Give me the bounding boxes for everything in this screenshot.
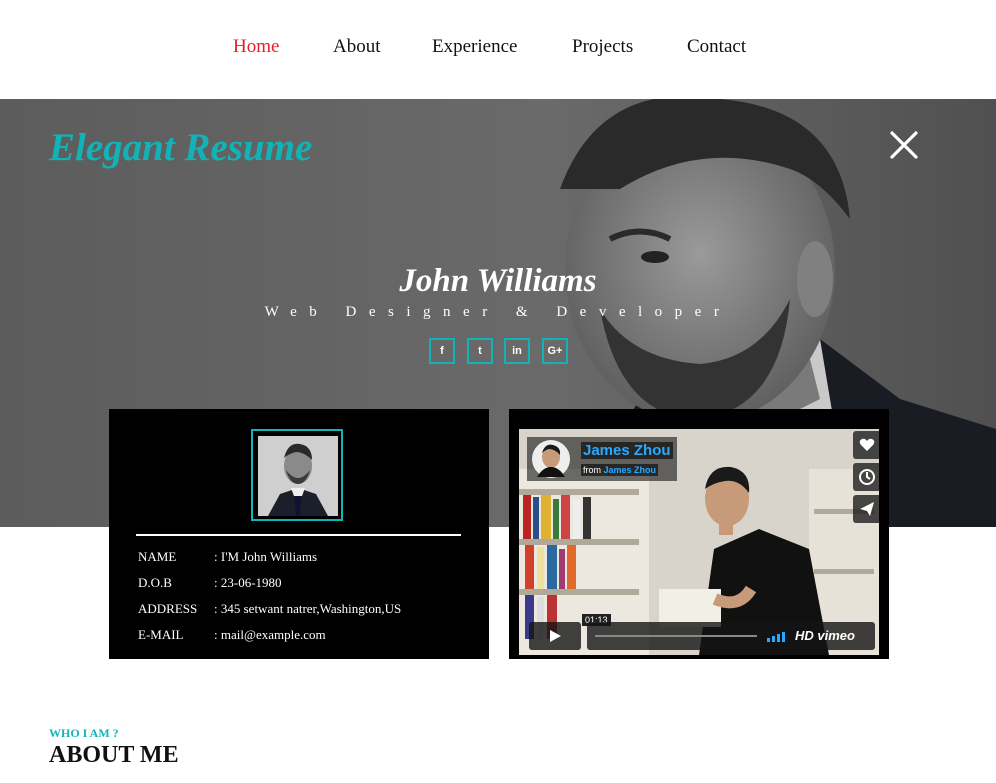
video-author-name[interactable]: James Zhou xyxy=(581,442,673,459)
close-icon[interactable] xyxy=(886,127,922,163)
twitter-icon[interactable]: t xyxy=(467,338,493,364)
volume-icon[interactable] xyxy=(767,630,789,642)
hero-name: John Williams xyxy=(399,263,597,299)
card-divider xyxy=(136,534,461,536)
nav-contact[interactable]: Contact xyxy=(687,36,746,58)
info-value: : I'M John Williams xyxy=(214,549,318,564)
send-icon[interactable] xyxy=(853,495,879,523)
nav-home[interactable]: Home xyxy=(233,36,279,58)
about-title: ABOUT ME xyxy=(49,742,179,768)
top-nav: Home About Experience Projects Contact xyxy=(0,0,996,99)
info-label: NAME xyxy=(138,549,177,564)
avatar xyxy=(251,429,343,521)
facebook-icon[interactable]: f xyxy=(429,338,455,364)
nav-experience[interactable]: Experience xyxy=(432,36,517,58)
vimeo-logo: vimeo xyxy=(817,628,855,643)
video-author-avatar xyxy=(532,440,570,478)
video-controls: 01:13 HD vimeo xyxy=(529,614,875,650)
avatar-photo xyxy=(258,436,338,516)
info-label: E-MAIL xyxy=(138,627,184,642)
nav-projects[interactable]: Projects xyxy=(572,36,633,58)
hd-badge[interactable]: HD vimeo xyxy=(795,628,855,643)
profile-card: NAME : I'M John Williams D.O.B : 23-06-1… xyxy=(109,409,489,659)
brand-title: Elegant Resume xyxy=(49,126,313,169)
nav-about[interactable]: About xyxy=(333,36,381,58)
video-track[interactable]: HD vimeo xyxy=(587,622,875,650)
linkedin-icon[interactable]: in xyxy=(504,338,530,364)
clock-icon[interactable] xyxy=(853,463,879,491)
video-player[interactable]: James Zhou from James Zhou 01:13 HD vime… xyxy=(519,429,879,655)
info-value: : mail@example.com xyxy=(214,627,326,642)
video-from-prefix: from xyxy=(583,465,601,475)
hd-label: HD xyxy=(795,628,814,643)
info-value: : 23-06-1980 xyxy=(214,575,282,590)
about-kicker: WHO I AM ? xyxy=(49,726,119,740)
play-icon[interactable] xyxy=(529,622,581,650)
video-from-name[interactable]: James Zhou xyxy=(604,465,657,475)
video-progress[interactable] xyxy=(595,635,757,637)
hero-role: Web Designer & Developer xyxy=(264,304,732,320)
video-from: from James Zhou xyxy=(581,464,659,476)
heart-icon[interactable] xyxy=(853,431,879,459)
info-value: : 345 setwant natrer,Washington,US xyxy=(214,601,402,616)
info-label: ADDRESS xyxy=(138,601,198,616)
video-card: James Zhou from James Zhou 01:13 HD vime… xyxy=(509,409,889,659)
info-label: D.O.B xyxy=(138,575,172,590)
google-plus-icon[interactable]: G+ xyxy=(542,338,568,364)
